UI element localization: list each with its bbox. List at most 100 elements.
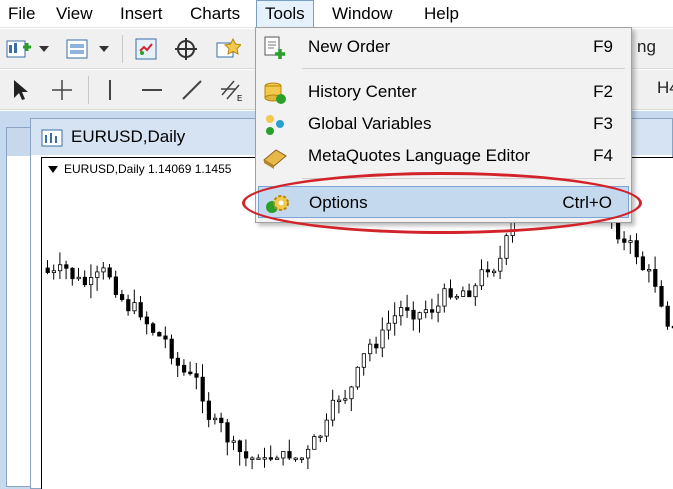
candle-body	[243, 451, 249, 459]
candle-body	[405, 307, 410, 311]
candle-body	[76, 276, 81, 280]
candle-body	[318, 435, 323, 439]
candle-body	[293, 457, 298, 460]
candle-body	[132, 302, 137, 312]
menu-item-label: MetaQuotes Language Editor	[308, 146, 531, 165]
menu-item-shortcut: F9	[593, 37, 613, 56]
candle-body	[392, 315, 398, 324]
candle-body	[64, 264, 69, 269]
menu-separator	[302, 68, 625, 69]
candle-body	[349, 386, 354, 400]
candle-body	[355, 366, 360, 388]
candle-body	[343, 398, 348, 401]
candle-body	[367, 343, 373, 355]
candle-body	[411, 309, 416, 320]
candle-body	[330, 399, 336, 421]
candle-body	[101, 267, 106, 273]
menu-item-label: Global Variables	[308, 114, 432, 133]
candle-body	[188, 371, 193, 375]
menu-item-new-order[interactable]: New Order F9	[258, 31, 629, 63]
metaeditor-icon	[262, 144, 288, 170]
candle-body	[473, 285, 478, 298]
menu-window[interactable]: Window	[324, 0, 400, 28]
menu-view[interactable]: View	[48, 0, 101, 28]
candle-body	[181, 364, 187, 373]
candle-body	[262, 457, 267, 460]
candle-body	[250, 457, 255, 460]
candle-body	[429, 309, 435, 313]
menu-charts[interactable]: Charts	[182, 0, 248, 28]
chart-symbol-label: EURUSD,Daily 1.14069 1.1455	[48, 162, 231, 176]
candle-body	[504, 235, 509, 259]
candle-body	[628, 240, 633, 243]
candle-body	[467, 290, 472, 298]
candle-body	[417, 312, 422, 320]
candle-body	[634, 240, 639, 258]
candle-body	[640, 256, 646, 271]
candle-body	[256, 457, 261, 460]
candle-body	[386, 322, 391, 331]
menu-item-history-center[interactable]: History Center F2	[258, 76, 629, 108]
candle-body	[89, 277, 94, 286]
candle-body	[200, 376, 205, 402]
equidistant-channel-icon[interactable]: E	[218, 76, 246, 104]
horizontal-line-icon[interactable]	[138, 76, 166, 104]
candle-body	[305, 448, 311, 459]
candle-body	[665, 305, 670, 327]
profiles-icon[interactable]	[64, 35, 92, 63]
menu-item-label: History Center	[308, 82, 417, 101]
candle-body	[169, 338, 174, 359]
candle-body	[398, 307, 404, 317]
candle-body	[120, 294, 125, 300]
cursor-arrow-icon[interactable]	[6, 76, 34, 104]
favorites-star-icon[interactable]	[214, 35, 242, 63]
candle-body	[312, 436, 317, 450]
menu-item-global-variables[interactable]: Global Variables F3	[258, 108, 629, 140]
candle-body	[231, 440, 236, 443]
menu-help[interactable]: Help	[416, 0, 467, 28]
candle-body	[485, 269, 491, 273]
candle-body	[454, 296, 460, 299]
candle-body	[175, 357, 180, 366]
chart-collapse-triangle-icon	[48, 166, 58, 174]
trendline-icon[interactable]	[178, 76, 206, 104]
timeframe-partial-label: H4	[657, 78, 673, 97]
menu-item-shortcut: F2	[593, 82, 613, 101]
crosshair-icon[interactable]	[48, 76, 76, 104]
candle-body	[479, 269, 484, 287]
chevron-down-icon[interactable]	[94, 35, 114, 63]
market-watch-icon[interactable]	[132, 35, 160, 63]
candle-body	[206, 400, 211, 420]
new-order-icon	[262, 35, 288, 61]
toolbar-separator	[122, 35, 123, 63]
candle-body	[95, 271, 100, 278]
candle-body	[448, 288, 453, 298]
menu-insert[interactable]: Insert	[112, 0, 171, 28]
menu-tools[interactable]: Tools	[256, 0, 314, 28]
candle-body	[299, 457, 305, 460]
candle-body	[51, 270, 56, 273]
candle-body	[107, 267, 112, 278]
chart-window-title: EURUSD,Daily	[71, 127, 186, 146]
menu-item-metaquotes-language-editor[interactable]: MetaQuotes Language Editor F4	[258, 140, 629, 172]
candle-body	[151, 323, 156, 333]
candle-body	[225, 422, 230, 443]
new-chart-icon[interactable]	[4, 35, 32, 63]
candle-body	[138, 302, 143, 318]
candle-body	[287, 451, 292, 459]
candle-body	[374, 343, 379, 349]
candle-body	[219, 417, 224, 424]
candle-body	[237, 440, 242, 453]
candle-body	[126, 299, 131, 312]
global-variables-icon	[262, 112, 288, 138]
menu-file[interactable]: File	[0, 0, 43, 28]
candle-body	[212, 417, 218, 421]
candle-body	[45, 267, 50, 273]
crosshair-navigator-icon[interactable]	[172, 35, 200, 63]
candle-body	[653, 269, 658, 287]
chart-window-icon	[41, 129, 63, 152]
vertical-line-icon[interactable]	[96, 76, 124, 104]
candle-body	[113, 276, 118, 295]
toolbar-separator	[88, 76, 89, 104]
chevron-down-icon[interactable]	[34, 35, 54, 63]
